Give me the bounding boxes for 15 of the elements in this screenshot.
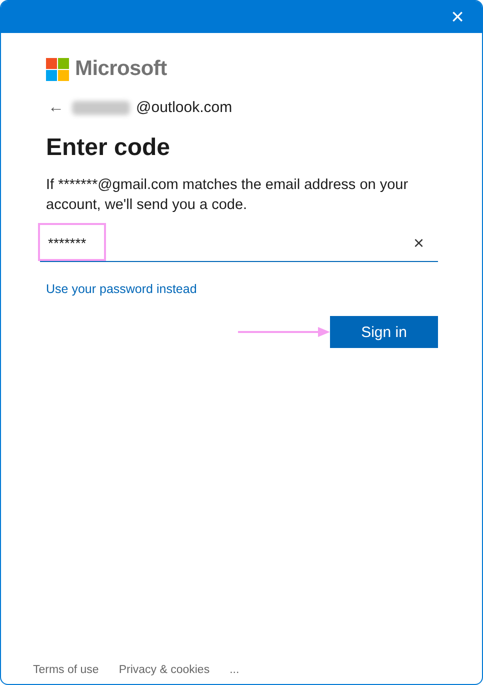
account-email: @outlook.com [136,99,232,116]
password-link[interactable]: Use your password instead [46,282,197,296]
info-message: If *******@gmail.com matches the email address on your account, we'll send you a code. [46,176,410,215]
close-button[interactable]: × [445,6,470,28]
clear-button[interactable]: × [409,234,428,252]
footer-link[interactable]: Privacy & cookies [118,664,210,676]
sign-in-button[interactable]: Sign in [330,316,438,348]
brand-name: Microsoft [75,57,167,81]
footer-link[interactable]: Terms of use [33,664,99,676]
redaction-blur [72,100,130,114]
footer-link[interactable]: ... [230,664,240,676]
code-field[interactable]: ******* × [40,225,438,262]
page-heading: Enter code [46,134,172,162]
back-button[interactable]: ← [46,100,66,116]
logo-icon [46,58,69,80]
